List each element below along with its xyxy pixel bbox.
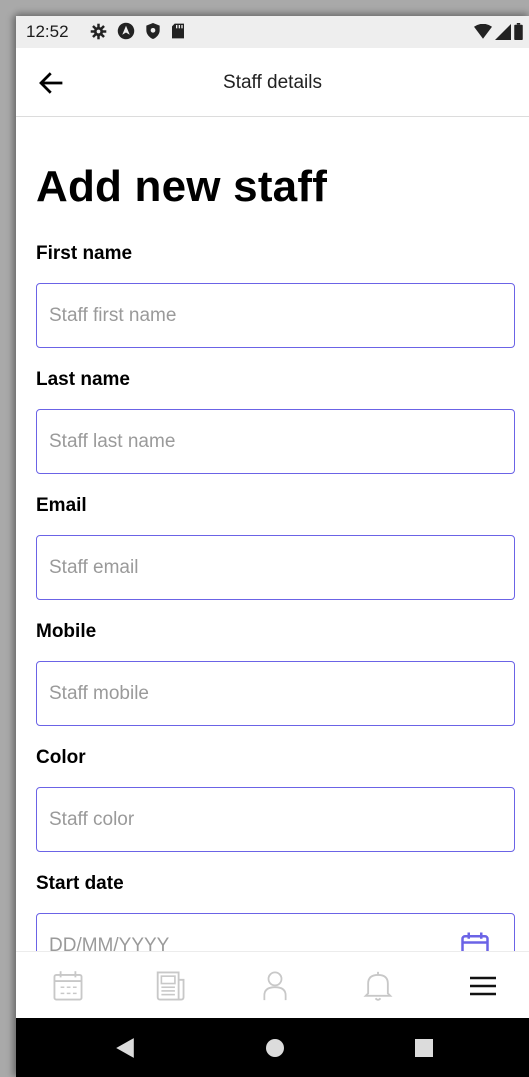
start-date-label: Start date — [36, 873, 124, 894]
status-bar: 12:52 — [16, 16, 529, 48]
bottom-navigation — [16, 951, 529, 1019]
start-date-field[interactable] — [36, 913, 515, 951]
calendar-icon — [53, 971, 83, 1001]
color-label: Color — [36, 747, 86, 768]
mobile-input[interactable] — [37, 662, 514, 725]
email-input[interactable] — [37, 536, 514, 599]
newspaper-icon — [156, 971, 185, 1001]
calendar-picker-icon[interactable] — [460, 930, 490, 951]
email-label: Email — [36, 495, 87, 516]
nav-item-profile[interactable] — [255, 966, 295, 1006]
system-back-icon[interactable] — [114, 1037, 136, 1059]
color-input[interactable] — [37, 788, 514, 851]
page-title: Add new staff — [36, 162, 328, 211]
status-system-icons — [474, 23, 523, 40]
first-name-field[interactable] — [36, 283, 515, 348]
first-name-label: First name — [36, 243, 133, 264]
system-home-icon[interactable] — [265, 1037, 285, 1059]
signal-icon — [495, 23, 511, 40]
sd-card-icon — [172, 23, 184, 39]
bell-icon — [363, 971, 393, 1001]
phone-screen: 12:52 Staff details Add new staff First … — [16, 16, 529, 1077]
status-notification-icons — [90, 22, 185, 40]
first-name-input[interactable] — [37, 284, 514, 347]
status-time: 12:52 — [26, 22, 69, 41]
app-bar: Staff details — [16, 48, 529, 117]
nav-item-calendar[interactable] — [48, 966, 88, 1006]
email-field[interactable] — [36, 535, 515, 600]
nav-item-notifications[interactable] — [358, 966, 398, 1006]
shield-icon — [146, 23, 160, 39]
battery-icon — [514, 23, 523, 40]
settings-icon — [90, 23, 107, 39]
mobile-field[interactable] — [36, 661, 515, 726]
nav-item-menu[interactable] — [463, 966, 503, 1006]
last-name-label: Last name — [36, 369, 130, 390]
start-date-input[interactable] — [37, 914, 514, 951]
system-recents-icon[interactable] — [414, 1037, 434, 1059]
nav-item-newspaper[interactable] — [150, 966, 190, 1006]
menu-icon — [470, 976, 496, 996]
app-bar-title: Staff details — [223, 72, 322, 93]
color-field[interactable] — [36, 787, 515, 852]
mobile-label: Mobile — [36, 621, 97, 642]
system-navigation-bar — [16, 1018, 529, 1077]
last-name-field[interactable] — [36, 409, 515, 474]
last-name-input[interactable] — [37, 410, 514, 473]
wifi-icon — [474, 23, 492, 39]
person-icon — [263, 971, 287, 1001]
navigation-app-icon — [117, 22, 135, 40]
staff-form-content[interactable]: Add new staff First name Last name Email… — [16, 117, 529, 951]
